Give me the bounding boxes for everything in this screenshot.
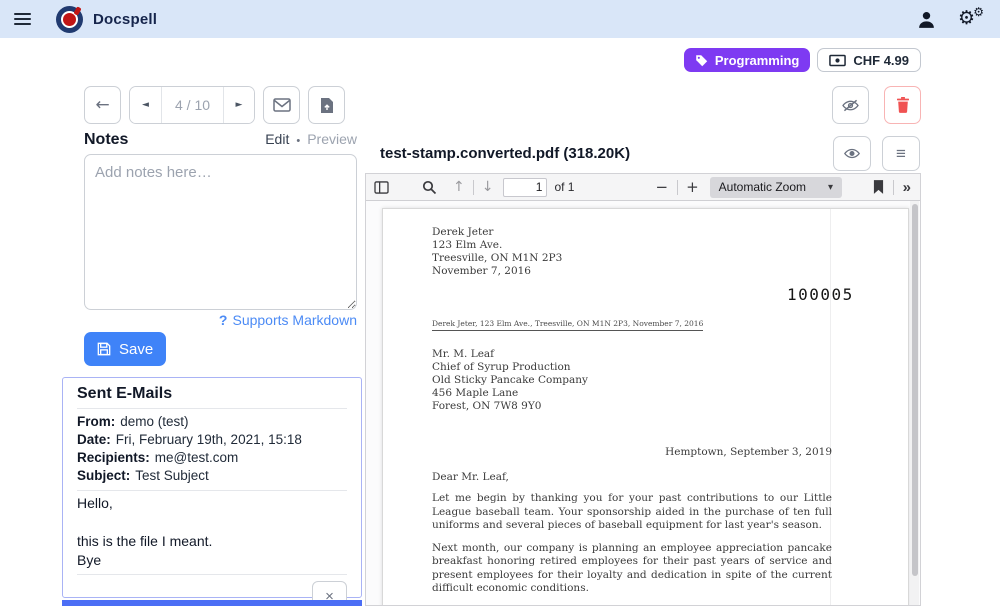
pdf-scrollbar[interactable] — [910, 201, 919, 605]
menu-icon[interactable] — [2, 0, 42, 38]
markdown-hint: ?Supports Markdown — [84, 312, 357, 328]
markdown-hint-link[interactable]: Supports Markdown — [232, 312, 357, 328]
envelope-icon — [273, 98, 291, 112]
arrow-left-icon: ← — [95, 95, 109, 115]
hide-preview-button[interactable] — [832, 86, 869, 124]
doc-paragraph: Next month, our company is planning an e… — [432, 542, 832, 596]
pdf-page: Derek Jeter 123 Elm Ave. Treesville, ON … — [382, 208, 909, 605]
mail-body-line — [77, 513, 347, 532]
doc-sender-line: Derek Jeter — [432, 226, 830, 239]
item-pager: ◄ 4 / 10 ► — [129, 86, 255, 124]
user-icon[interactable] — [917, 10, 936, 29]
mail-body-line: Hello, — [77, 494, 347, 513]
item-position-label: 4 / 10 — [161, 87, 223, 123]
doc-paragraph: We would like to place an order with you… — [432, 605, 832, 606]
doc-sender-line: 123 Elm Ave. — [432, 239, 830, 252]
pdf-more-tools-button[interactable]: » — [903, 179, 911, 196]
help-icon[interactable]: ? — [219, 312, 228, 328]
next-section-edge — [62, 600, 362, 606]
pdf-bookmark-button[interactable] — [873, 180, 884, 194]
tag-icon — [695, 54, 708, 67]
add-file-button[interactable] — [308, 86, 345, 124]
mail-body: Hello, this is the file I meant. Bye — [77, 491, 347, 574]
cost-badge[interactable]: CHF 4.99 — [817, 48, 921, 72]
item-toolbar: ← ◄ 4 / 10 ► — [84, 86, 345, 124]
send-mail-button[interactable] — [263, 86, 300, 124]
mail-field-date: Date:Fri, February 19th, 2021, 15:18 — [77, 431, 347, 449]
notes-input[interactable] — [84, 154, 357, 310]
chevron-down-icon: ▾ — [828, 182, 833, 193]
triangle-left-icon: ◄ — [142, 100, 149, 110]
doc-reference-line: Derek Jeter, 123 Elm Ave., Treesville, O… — [432, 319, 703, 331]
doc-place-date: Hemptown, September 3, 2019 — [432, 446, 832, 458]
mail-body-line: Bye — [77, 551, 347, 570]
sent-mails-panel: Sent E-Mails From:demo (test) Date:Fri, … — [62, 377, 362, 598]
attachment-header: test-stamp.converted.pdf (318.20K) ≡ — [365, 134, 921, 173]
doc-sender-line: Treesville, ON M1N 2P3 — [432, 252, 830, 265]
tag-badge[interactable]: Programming — [684, 48, 811, 72]
prev-item-button[interactable]: ◄ — [130, 87, 161, 123]
doc-salutation: Dear Mr. Leaf, — [432, 471, 830, 483]
pdf-viewer-area[interactable]: Derek Jeter 123 Elm Ave. Treesville, ON … — [366, 201, 920, 605]
app-title: Docspell — [93, 11, 157, 28]
doc-paragraph: Let me begin by thanking you for your pa… — [432, 492, 832, 533]
cost-badge-label: CHF 4.99 — [853, 53, 909, 68]
item-badges: Programming CHF 4.99 — [684, 48, 921, 72]
triangle-right-icon: ► — [236, 100, 243, 110]
mail-field-from: From:demo (test) — [77, 413, 347, 431]
save-button-label: Save — [119, 341, 153, 358]
pdf-zoom-mode-label: Automatic Zoom — [719, 180, 806, 194]
pdf-search-button[interactable] — [422, 180, 437, 195]
pdf-sidebar-toggle[interactable] — [374, 181, 389, 194]
eye-icon — [843, 147, 861, 160]
pdf-page-count-label: of 1 — [554, 180, 574, 194]
notes-preview-tab[interactable]: Preview — [307, 131, 357, 147]
trash-icon — [896, 97, 910, 113]
doc-sender-line: November 7, 2016 — [432, 265, 830, 278]
attachment-filename: test-stamp.converted.pdf (318.20K) — [380, 145, 630, 162]
sent-mails-title: Sent E-Mails — [77, 385, 347, 408]
save-notes-button[interactable]: Save — [84, 332, 166, 366]
money-icon — [829, 54, 846, 67]
delete-item-button[interactable] — [884, 86, 921, 124]
settings-cogs-icon[interactable]: ⚙ ⚙ — [958, 7, 984, 31]
attachment-menu-button[interactable]: ≡ — [882, 136, 920, 171]
tag-badge-label: Programming — [715, 53, 800, 68]
pdfjs-toolbar: ↑ ↓ of 1 − + Automatic Zoom ▾ » — [366, 174, 920, 201]
pdf-panel: ↑ ↓ of 1 − + Automatic Zoom ▾ » Derek Je… — [365, 173, 921, 606]
save-icon — [97, 342, 111, 356]
notes-title: Notes — [84, 131, 128, 149]
file-upload-icon — [320, 97, 334, 114]
eye-slash-icon — [841, 98, 860, 113]
pdf-page-up-button[interactable]: ↑ — [453, 179, 465, 195]
pdf-page-down-button[interactable]: ↓ — [482, 179, 494, 195]
item-actions — [832, 86, 921, 124]
app-header: Docspell ⚙ ⚙ — [0, 0, 1000, 38]
docspell-logo-icon[interactable] — [56, 6, 83, 33]
mail-body-line: this is the file I meant. — [77, 532, 347, 551]
doc-recipient-block: Mr. M. Leaf Chief of Syrup Production Ol… — [432, 348, 830, 413]
view-attachment-button[interactable] — [833, 136, 871, 171]
pdf-page-input[interactable] — [503, 178, 547, 197]
separator-dot: • — [296, 135, 300, 147]
back-button[interactable]: ← — [84, 86, 121, 124]
notes-edit-tab[interactable]: Edit — [265, 131, 289, 147]
menu-lines-icon: ≡ — [896, 144, 906, 164]
pdf-zoom-select[interactable]: Automatic Zoom ▾ — [710, 177, 842, 198]
mail-field-subject: Subject:Test Subject — [77, 467, 347, 485]
mail-field-recipients: Recipients:me@test.com — [77, 449, 347, 467]
pdf-scrollbar-thumb[interactable] — [912, 204, 918, 576]
notes-header: Notes Edit • Preview — [84, 131, 357, 149]
next-item-button[interactable]: ► — [223, 87, 254, 123]
doc-stamp-number: 100005 — [787, 285, 854, 304]
pdf-zoom-out-button[interactable]: − — [655, 178, 668, 196]
pdf-zoom-in-button[interactable]: + — [686, 178, 699, 196]
